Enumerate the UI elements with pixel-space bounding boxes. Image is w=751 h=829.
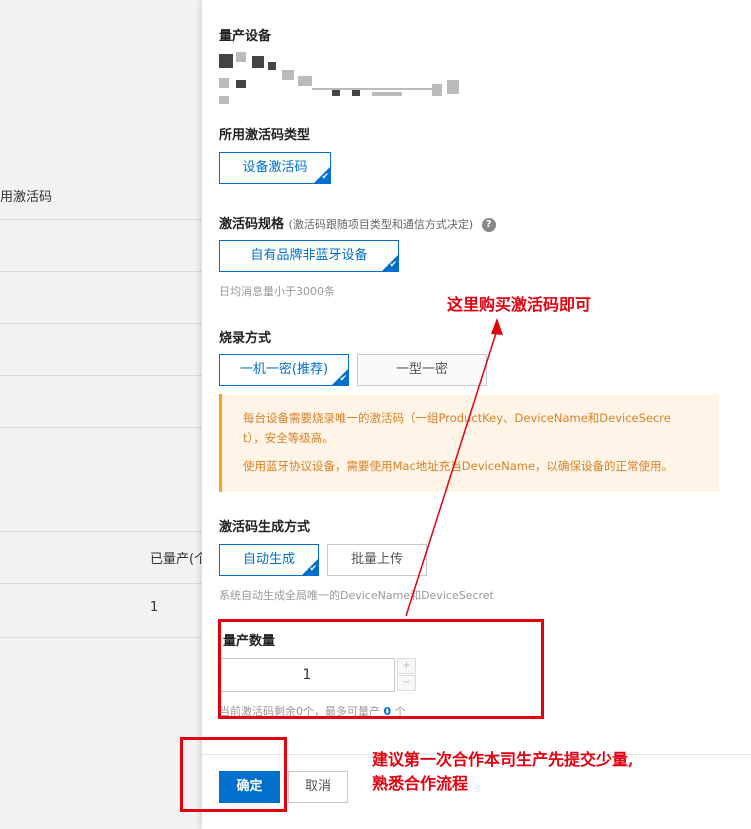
check-icon: ✔ [389,260,397,270]
check-icon: ✔ [309,564,317,574]
check-icon: ✔ [321,172,329,182]
advice-annotation-line2: 熟悉合作流程 [372,774,469,793]
annotation-arrow [405,318,503,617]
advice-annotation-line1: 建议第一次合作本司生产先提交少量, [372,750,634,769]
buy-code-annotation: 这里购买激活码即可 [447,295,592,314]
check-icon: ✔ [339,374,347,384]
